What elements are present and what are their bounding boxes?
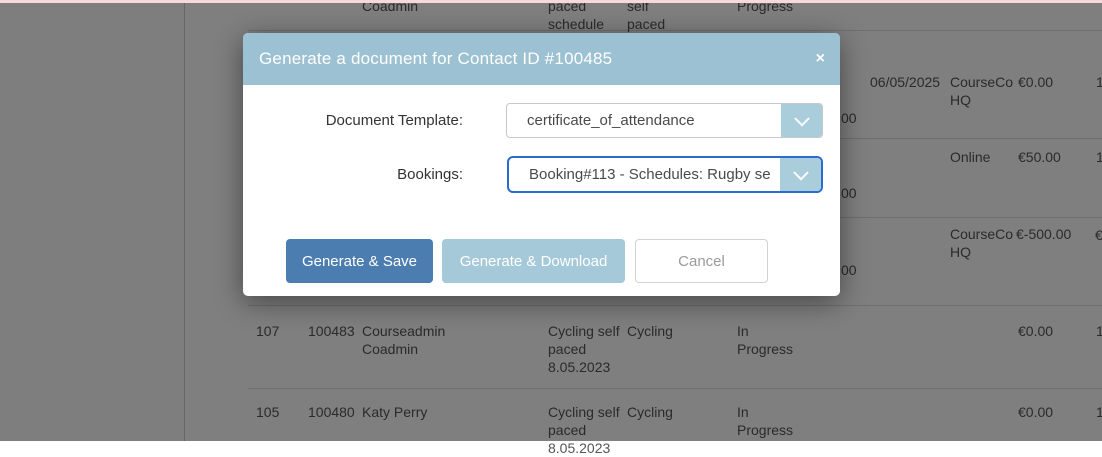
bookings-label: Bookings: (243, 166, 463, 184)
generate-document-modal: Generate a document for Contact ID #1004… (243, 33, 840, 296)
chevron-down-icon[interactable] (781, 104, 822, 137)
modal-header: Generate a document for Contact ID #1004… (243, 33, 840, 85)
document-template-value: certificate_of_attendance (507, 104, 781, 137)
top-alert-strip (0, 0, 1102, 3)
cancel-button[interactable]: Cancel (635, 239, 768, 283)
bookings-value: Booking#113 - Schedules: Rugby se (509, 158, 780, 191)
generate-download-button[interactable]: Generate & Download (442, 239, 625, 283)
document-template-select[interactable]: certificate_of_attendance (506, 103, 823, 138)
bookings-select[interactable]: Booking#113 - Schedules: Rugby se (507, 156, 823, 193)
document-template-label: Document Template: (243, 112, 463, 130)
chevron-down-icon[interactable] (780, 158, 821, 191)
generate-save-button[interactable]: Generate & Save (286, 239, 433, 283)
close-icon[interactable]: × (816, 51, 825, 67)
modal-title: Generate a document for Contact ID #1004… (259, 49, 612, 69)
